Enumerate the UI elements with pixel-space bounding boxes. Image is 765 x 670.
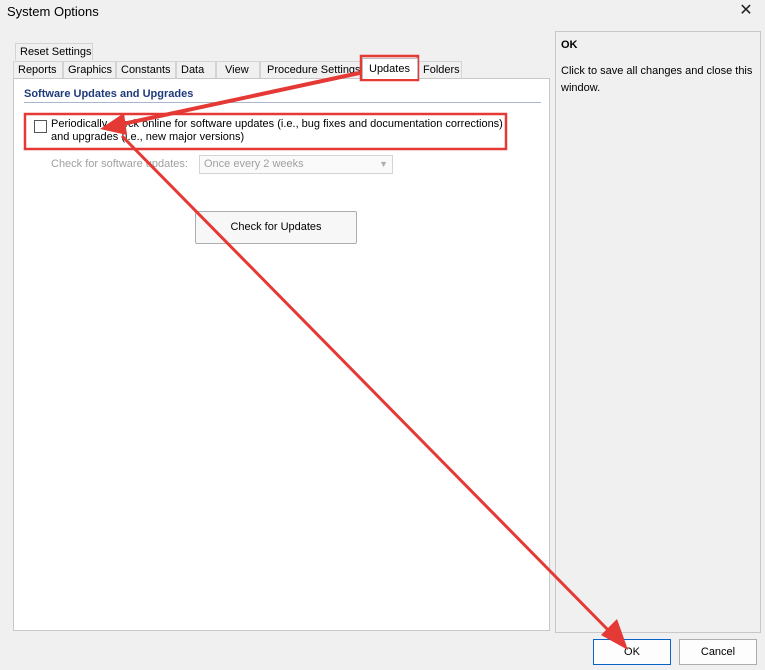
updates-tab-panel: Software Updates and Upgrades Periodical…: [13, 78, 550, 631]
tab-reset-settings[interactable]: Reset Settings: [15, 43, 93, 60]
cancel-button[interactable]: Cancel: [679, 639, 757, 665]
frequency-label: Check for software updates:: [51, 158, 188, 170]
frequency-select[interactable]: Once every 2 weeks ▼: [199, 155, 393, 174]
tab-constants[interactable]: Constants: [116, 61, 176, 78]
section-divider: [24, 102, 541, 103]
check-for-updates-button[interactable]: Check for Updates: [195, 211, 357, 244]
help-text: Click to save all changes and close this…: [561, 65, 753, 94]
help-title: OK: [561, 39, 578, 51]
ok-button[interactable]: OK: [593, 639, 671, 665]
periodic-check-checkbox[interactable]: [34, 120, 47, 133]
tab-view[interactable]: View: [216, 61, 260, 78]
title-bar: System Options ✕: [0, 0, 765, 24]
window-title: System Options: [7, 4, 99, 19]
frequency-select-value: Once every 2 weeks: [204, 158, 304, 170]
tab-graphics[interactable]: Graphics: [63, 61, 116, 78]
help-panel: OK Click to save all changes and close t…: [555, 31, 761, 633]
section-title: Software Updates and Upgrades: [24, 88, 194, 100]
tab-procedure-settings[interactable]: Procedure Settings: [260, 61, 362, 78]
tab-updates[interactable]: Updates: [362, 58, 418, 79]
tab-data[interactable]: Data: [176, 61, 216, 78]
tab-reports[interactable]: Reports: [13, 61, 63, 78]
close-icon[interactable]: ✕: [731, 0, 761, 24]
tab-folders[interactable]: Folders: [418, 61, 462, 78]
periodic-check-label[interactable]: Periodically check online for software u…: [51, 118, 511, 144]
chevron-down-icon: ▼: [379, 159, 388, 169]
